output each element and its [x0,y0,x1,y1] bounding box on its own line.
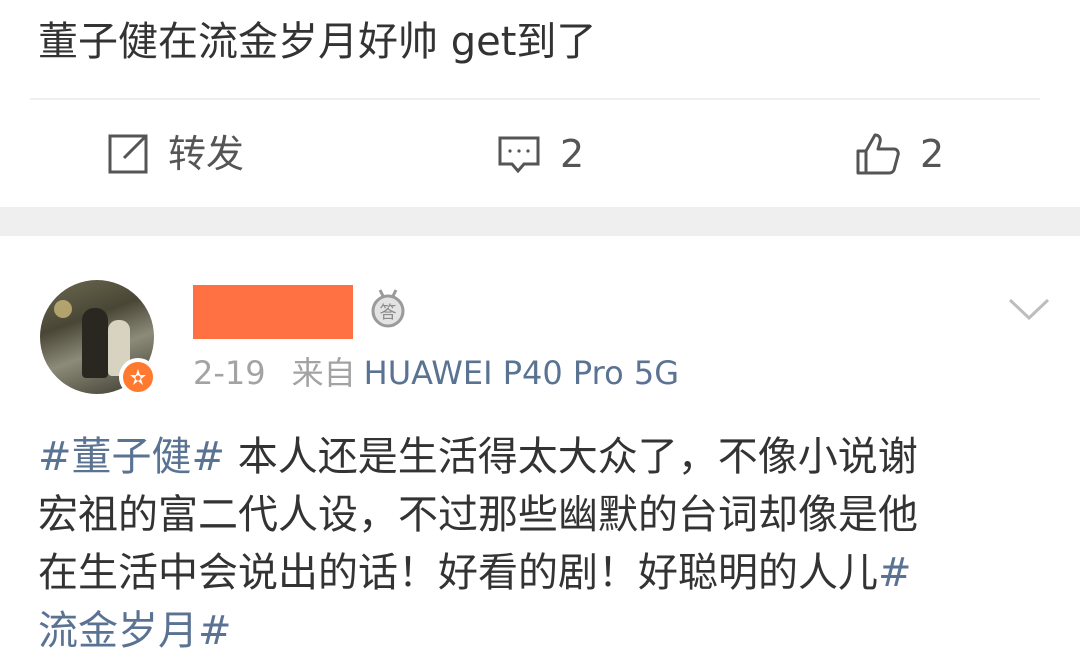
content-line: 在生活中会说出的话！好看的剧！好聪明的人儿# [38,550,912,596]
content-line: 流金岁月# [38,602,1048,660]
hashtag-link[interactable]: #董子健# [38,434,225,480]
comment-icon [496,132,542,176]
like-button[interactable]: 2 [854,126,944,182]
hashtag-link[interactable]: # [878,550,912,596]
repost-button[interactable]: 转发 [106,126,244,182]
previous-post: 董子健在流金岁月好帅 get到了 转发 2 2 [0,0,1080,207]
repost-label: 转发 [168,132,245,176]
divider [30,98,1040,100]
content-line: 宏祖的富二代人设，不过那些幽默的台词却像是他 [38,492,918,538]
like-count: 2 [920,132,945,176]
chevron-down-icon[interactable] [1006,295,1052,323]
repost-icon [106,132,150,176]
post-content: #董子健# 本人还是生活得太大众了，不像小说谢 宏祖的富二代人设，不过那些幽默的… [38,428,1048,660]
comment-button[interactable]: 2 [496,126,584,182]
source-prefix: 来自 [291,354,356,392]
post-date: 2-19 [193,354,266,392]
like-icon [854,131,902,177]
source-device-link[interactable]: HUAWEI P40 Pro 5G [364,354,679,392]
content-line: #董子健# 本人还是生活得太大众了，不像小说谢 [38,434,918,480]
post-meta: 2-19 来自 HUAWEI P40 Pro 5G [193,348,679,398]
medal-icon[interactable]: 答 [368,288,408,328]
section-gap [0,207,1080,236]
comment-count: 2 [560,132,585,176]
post-text: 董子健在流金岁月好帅 get到了 [38,19,597,65]
hashtag-link[interactable]: 流金岁月# [38,608,232,654]
verified-badge-icon [119,358,157,396]
username-redacted[interactable] [193,285,353,339]
svg-text:答: 答 [380,303,397,323]
